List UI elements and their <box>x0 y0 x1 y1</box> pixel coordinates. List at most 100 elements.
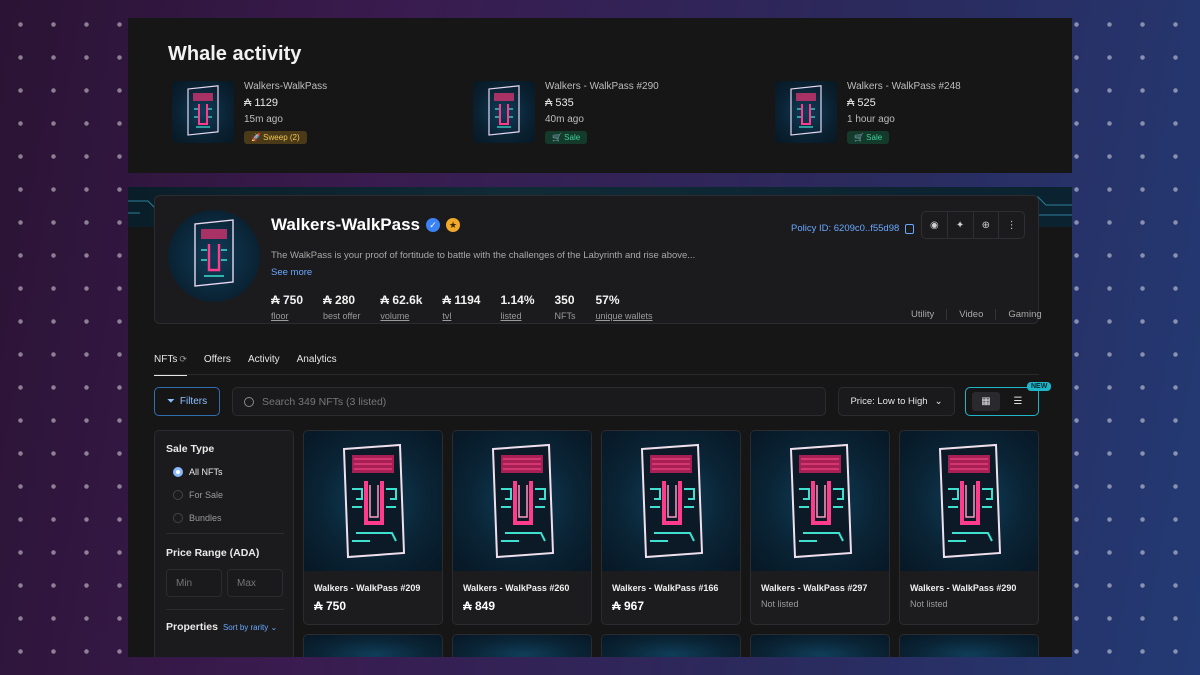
stat-unique-wallets: 57% unique wallets <box>595 293 653 321</box>
nft-status: Not listed <box>910 599 948 609</box>
nft-price: ₳ 849 <box>463 599 496 613</box>
nft-price: ₳ 967 <box>612 599 645 613</box>
collection-description: The WalkPass is your proof of fortitude … <box>271 250 696 261</box>
nft-thumbnail <box>775 81 837 143</box>
sort-select[interactable]: Price: Low to High ⌄ <box>838 387 955 416</box>
nft-thumbnail <box>172 81 234 143</box>
collection-stats: ₳ 750 floor ₳ 280 best offer ₳ 62.6k volume… <box>271 293 673 321</box>
filter-icon: ⏷ <box>166 396 175 407</box>
nft-thumbnail <box>473 81 535 143</box>
price-max-input[interactable] <box>227 569 283 597</box>
filters-sidebar: Sale Type All NFTs For Sale Bundles Pric… <box>154 430 294 657</box>
tab-analytics[interactable]: Analytics <box>297 354 337 376</box>
sale-badge: 🛒 Sale <box>545 131 588 144</box>
copy-icon[interactable] <box>905 223 915 234</box>
nft-image <box>453 431 591 571</box>
tag-gaming[interactable]: Gaming <box>995 309 1053 320</box>
verified-icon: ✓ <box>425 218 440 232</box>
stat-best-offer: ₳ 280 best offer <box>323 293 361 321</box>
social-links: ◉ ✦ ⊕ ⋮ <box>921 211 1025 239</box>
whale-item-price: ₳ 535 <box>545 97 574 109</box>
tabs-divider <box>154 374 1039 375</box>
radio-for-sale[interactable]: For Sale <box>173 490 223 500</box>
collection-page: Walkers-WalkPass ✓ ★ The WalkPass is you… <box>128 187 1072 657</box>
grid-view-icon[interactable]: ▦ <box>972 392 1000 411</box>
policy-id[interactable]: Policy ID: 6209c0..f55d98 <box>791 223 915 234</box>
price-min-input[interactable] <box>166 569 222 597</box>
collection-name: Walkers-WalkPass <box>271 215 420 234</box>
whale-item-name[interactable]: Walkers - WalkPass #248 <box>847 81 1067 94</box>
discord-icon[interactable]: ◉ <box>922 212 948 238</box>
whale-item-time: 15m ago <box>244 114 283 125</box>
nft-image <box>751 431 889 571</box>
whale-item-name[interactable]: Walkers-WalkPass <box>244 81 464 94</box>
nft-name: Walkers - WalkPass #297 <box>761 583 868 593</box>
nft-name: Walkers - WalkPass #290 <box>910 583 1017 593</box>
whale-item-time: 40m ago <box>545 114 584 125</box>
radio-all-nfts[interactable]: All NFTs <box>173 467 223 477</box>
nft-card[interactable] <box>303 634 443 657</box>
stat-nfts: 350 NFTs <box>554 293 576 321</box>
nft-card[interactable]: Walkers - WalkPass #166 ₳ 967 <box>601 430 741 625</box>
stat-volume: ₳ 62.6k volume <box>380 293 423 321</box>
whale-item-price: ₳ 525 <box>847 97 876 109</box>
gold-star-icon: ★ <box>445 218 460 232</box>
sale-type-heading: Sale Type <box>166 443 215 455</box>
search-input[interactable] <box>262 395 802 408</box>
collection-tags: Utility Video Gaming <box>899 309 1054 320</box>
nft-name: Walkers - WalkPass #209 <box>314 583 421 593</box>
new-badge: NEW <box>1027 382 1052 391</box>
refresh-icon[interactable]: ⟳ <box>179 354 187 364</box>
chevron-down-icon: ⌄ <box>934 396 943 407</box>
sale-badge: 🛒 Sale <box>847 131 890 144</box>
divider <box>166 533 284 534</box>
tab-offers[interactable]: Offers <box>204 354 231 376</box>
collection-tabs: NFTs ⟳ Offers Activity Analytics <box>154 354 354 376</box>
tab-nfts[interactable]: NFTs ⟳ <box>154 354 187 376</box>
filters-button[interactable]: ⏷ Filters <box>154 387 220 416</box>
collection-header: Walkers-WalkPass ✓ ★ The WalkPass is you… <box>154 195 1042 324</box>
search-box <box>232 387 826 416</box>
divider <box>166 609 284 610</box>
properties-heading: Properties Sort by rarity ⌄ <box>166 621 278 633</box>
tag-video[interactable]: Video <box>946 309 995 320</box>
see-more-link[interactable]: See more <box>271 267 312 278</box>
nft-price: ₳ 750 <box>314 599 347 613</box>
nft-card[interactable] <box>750 634 890 657</box>
stat-tvl: ₳ 1194 tvl <box>442 293 481 321</box>
price-range-heading: Price Range (ADA) <box>166 547 260 559</box>
nft-image <box>304 431 442 571</box>
nft-name: Walkers - WalkPass #166 <box>612 583 719 593</box>
more-options-icon[interactable]: ⋮ <box>999 212 1024 238</box>
policy-id-text: Policy ID: 6209c0..f55d98 <box>791 223 900 234</box>
nft-name: Walkers - WalkPass #260 <box>463 583 570 593</box>
tab-activity[interactable]: Activity <box>248 354 280 376</box>
whale-item-time: 1 hour ago <box>847 114 895 125</box>
collection-title: Walkers-WalkPass ✓ ★ <box>271 215 460 235</box>
nft-card[interactable]: Walkers - WalkPass #297 Not listed <box>750 430 890 625</box>
stat-floor: ₳ 750 floor <box>271 293 304 321</box>
list-view-icon[interactable]: ☰ <box>1004 392 1032 411</box>
nft-image <box>602 431 740 571</box>
whale-item-name[interactable]: Walkers - WalkPass #290 <box>545 81 765 94</box>
twitter-icon[interactable]: ✦ <box>948 212 974 238</box>
whale-activity-title: Whale activity <box>168 43 302 65</box>
nft-card[interactable] <box>899 634 1039 657</box>
nft-card[interactable] <box>601 634 741 657</box>
stat-listed: 1.14% listed <box>500 293 535 321</box>
tag-utility[interactable]: Utility <box>899 309 946 320</box>
whale-activity-panel: Whale activity Walkers-WalkPass ₳ 1129 1… <box>128 18 1072 173</box>
search-icon <box>244 396 254 407</box>
view-toggle: ▦ ☰ <box>965 387 1039 416</box>
nft-card[interactable]: Walkers - WalkPass #260 ₳ 849 <box>452 430 592 625</box>
nft-card[interactable]: Walkers - WalkPass #290 Not listed <box>899 430 1039 625</box>
radio-bundles[interactable]: Bundles <box>173 513 222 523</box>
nft-card[interactable] <box>452 634 592 657</box>
globe-icon[interactable]: ⊕ <box>974 212 1000 238</box>
nft-card[interactable]: Walkers - WalkPass #209 ₳ 750 <box>303 430 443 625</box>
sweep-badge: 🚀 Sweep (2) <box>244 131 307 144</box>
collection-logo <box>168 210 260 302</box>
nft-image <box>900 431 1038 571</box>
sort-by-rarity-button[interactable]: Sort by rarity ⌄ <box>223 623 277 632</box>
nft-status: Not listed <box>761 599 799 609</box>
